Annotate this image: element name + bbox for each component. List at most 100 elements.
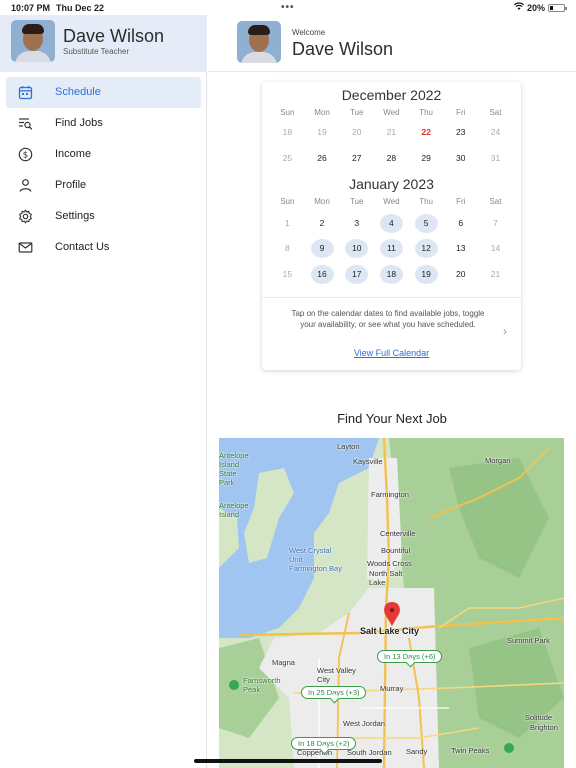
calendar-day-number: 6	[458, 218, 464, 228]
calendar-day[interactable]: 18	[270, 123, 305, 142]
map-place-label: Morgan	[485, 456, 511, 465]
sidebar-item-schedule[interactable]: Schedule	[6, 77, 201, 108]
calendar-day-number: 28	[386, 153, 397, 163]
calendar-day[interactable]: 11	[374, 239, 409, 258]
mail-icon	[18, 240, 33, 255]
calendar-day[interactable]: 9	[305, 239, 340, 258]
avatar[interactable]	[237, 21, 281, 63]
calendar-day[interactable]: 20	[339, 123, 374, 142]
month-title: December 2022	[341, 87, 442, 103]
avatar	[11, 20, 55, 62]
dollar-icon: $	[18, 147, 33, 162]
calendar-day[interactable]: 10	[339, 239, 374, 258]
calendar-day[interactable]: 7	[478, 214, 513, 233]
multitasking-dots-icon[interactable]: •••	[281, 2, 295, 13]
job-marker[interactable]: In 13 Days (+6)	[377, 650, 443, 663]
weekday-header: Sun Mon Tue Wed Thu Fri Sat	[270, 197, 513, 206]
calendar-day[interactable]: 13	[443, 239, 478, 258]
job-marker[interactable]: In 25 Days (+3)	[301, 686, 367, 699]
map-water-label: Farmington Bay	[289, 564, 342, 573]
status-date: Thu Dec 22	[56, 3, 105, 13]
map-place-label: Layton	[337, 442, 360, 451]
calendar-day[interactable]: 3	[339, 214, 374, 233]
calendar-day[interactable]: 24	[478, 123, 513, 142]
map-place-label: Brighton	[530, 723, 558, 732]
calendar-day[interactable]: 29	[409, 149, 444, 168]
calendar-week: 15 16 17 18 19 20 21	[270, 265, 513, 284]
month-title: January 2023	[349, 176, 434, 192]
divider	[262, 297, 521, 298]
main-header: Welcome Dave Wilson	[208, 15, 576, 72]
map-place-label: South Jordan	[347, 748, 392, 757]
profile-role: Substitute Teacher	[63, 47, 130, 56]
calendar-day[interactable]: 19	[305, 123, 340, 142]
calendar-day[interactable]: 5	[409, 214, 444, 233]
calendar-day[interactable]: 15	[270, 265, 305, 284]
calendar-day-number: 2	[319, 218, 325, 228]
calendar-day[interactable]: 28	[374, 149, 409, 168]
sidebar-item-label: Profile	[55, 179, 87, 191]
calendar-day[interactable]: 4	[374, 214, 409, 233]
sidebar-item-contact-us[interactable]: Contact Us	[6, 232, 201, 263]
sidebar-item-find-jobs[interactable]: Find Jobs	[6, 108, 201, 139]
calendar-day[interactable]: 25	[270, 149, 305, 168]
calendar-day[interactable]: 23	[443, 123, 478, 142]
job-marker[interactable]: In 18 Days (+2)	[291, 737, 357, 750]
calendar-day-number: 31	[490, 153, 501, 163]
calendar-day[interactable]: 16	[305, 265, 340, 284]
calendar-day[interactable]: 26	[305, 149, 340, 168]
calendar-day[interactable]: 31	[478, 149, 513, 168]
view-full-calendar-link[interactable]: View Full Calendar	[262, 348, 521, 358]
chevron-right-icon[interactable]: ›	[503, 324, 507, 338]
calendar-day[interactable]: 20	[443, 265, 478, 284]
calendar-day[interactable]: 22	[409, 123, 444, 142]
calendar-day[interactable]: 14	[478, 239, 513, 258]
jobs-map[interactable]: Layton Kaysville Morgan Farmington Cente…	[219, 438, 564, 768]
calendar-day-number: 9	[310, 239, 334, 258]
calendar-week: 25 26 27 28 29 30 31	[270, 149, 513, 168]
sidebar-profile-header[interactable]: Dave Wilson Substitute Teacher	[0, 15, 207, 72]
calendar-day[interactable]: 12	[409, 239, 444, 258]
calendar-day-number: 19	[317, 127, 327, 137]
map-water-label: West Crystal Unit	[289, 546, 332, 564]
calendar-day[interactable]: 2	[305, 214, 340, 233]
calendar-day[interactable]: 17	[339, 265, 374, 284]
home-indicator[interactable]	[194, 759, 382, 763]
calendar-info-text: Tap on the calendar dates to find availa…	[291, 309, 485, 329]
sidebar-item-profile[interactable]: Profile	[6, 170, 201, 201]
calendar-day-number: 8	[284, 243, 290, 253]
calendar-day-number: 15	[282, 269, 293, 279]
calendar-day[interactable]: 21	[374, 123, 409, 142]
calendar-day[interactable]: 27	[339, 149, 374, 168]
calendar-day-number: 20	[351, 127, 362, 137]
sidebar-item-settings[interactable]: Settings	[6, 201, 201, 232]
map-place-label: Centerville	[380, 529, 416, 538]
calendar-day[interactable]: 8	[270, 239, 305, 258]
calendar-day-number: 19	[414, 265, 438, 284]
calendar-day-number: 13	[456, 243, 466, 253]
map-background	[219, 438, 564, 768]
calendar-day[interactable]: 21	[478, 265, 513, 284]
calendar-day-number: 24	[490, 127, 501, 137]
sidebar-item-label: Find Jobs	[55, 117, 103, 129]
calendar-day[interactable]: 1	[270, 214, 305, 233]
calendar-day[interactable]: 30	[443, 149, 478, 168]
weekday-label: Wed	[383, 197, 400, 206]
calendar-day-number: 16	[310, 265, 334, 284]
sidebar-item-income[interactable]: $ Income	[6, 139, 201, 170]
sidebar-item-label: Settings	[55, 210, 95, 222]
calendar-day-number: 1	[284, 218, 290, 228]
map-place-label: Magna	[272, 658, 295, 667]
calendar-day-number: 26	[317, 153, 327, 163]
weekday-label: Mon	[314, 197, 330, 206]
calendar-day-number: 17	[345, 265, 369, 284]
sidebar: Dave Wilson Substitute Teacher Schedule …	[0, 15, 207, 768]
map-place-label: Farmington	[371, 490, 409, 499]
weekday-label: Sat	[489, 197, 502, 206]
calendar-day[interactable]: 18	[374, 265, 409, 284]
calendar-day-number: 7	[493, 218, 498, 228]
calendar-day[interactable]: 19	[409, 265, 444, 284]
calendar-day[interactable]: 6	[443, 214, 478, 233]
calendar-day-number: 29	[421, 153, 431, 163]
calendar-day-number: 22	[421, 127, 431, 137]
